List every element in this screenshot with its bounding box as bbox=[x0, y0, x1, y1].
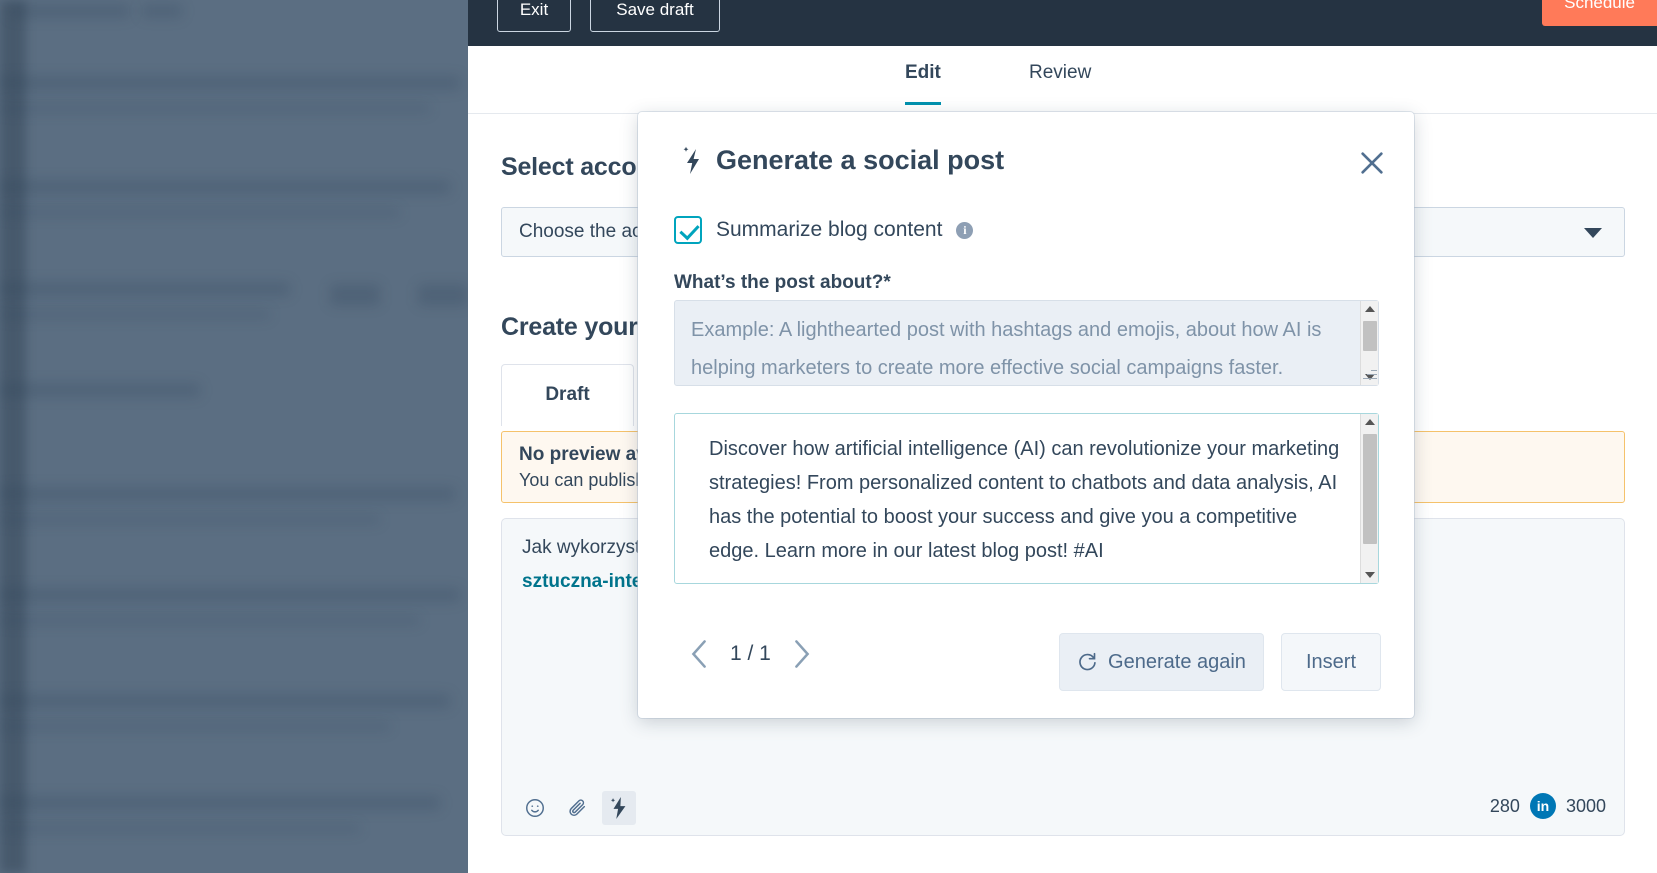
post-about-textarea[interactable]: Example: A lighthearted post with hashta… bbox=[674, 300, 1379, 386]
exit-button[interactable]: Exit bbox=[497, 0, 571, 32]
overlay-blur-bar bbox=[0, 310, 270, 319]
emoji-icon[interactable] bbox=[518, 791, 552, 825]
app-root: Exit Save draft Schedule Edit Review Sel… bbox=[0, 0, 1657, 873]
overlay-blur-bar bbox=[0, 487, 455, 501]
overlay-blur-bar bbox=[0, 208, 400, 217]
resize-handle[interactable] bbox=[1361, 367, 1377, 383]
overlay-blur-bar bbox=[10, 4, 130, 18]
overlay-blur-bar bbox=[0, 383, 200, 397]
info-icon[interactable]: i bbox=[956, 221, 974, 239]
overlay-blur-bar bbox=[0, 824, 360, 833]
overlay-blur-bar bbox=[0, 76, 460, 90]
scrollbar-thumb[interactable] bbox=[1363, 321, 1377, 351]
overlay-blur-bar bbox=[0, 796, 440, 810]
insert-button[interactable]: Insert bbox=[1281, 633, 1381, 691]
overlay-left-edge bbox=[0, 0, 26, 873]
tab-edit[interactable]: Edit bbox=[905, 62, 941, 105]
overlay-blur-pill bbox=[330, 284, 380, 306]
overlay-blur-bar bbox=[0, 180, 450, 194]
close-icon[interactable] bbox=[1356, 146, 1390, 180]
page-overlay-dimmed bbox=[0, 0, 468, 873]
counter-right-value: 3000 bbox=[1565, 795, 1606, 816]
chevron-right-icon[interactable] bbox=[793, 640, 811, 668]
summarize-blog-row: Summarize blog content i bbox=[674, 216, 974, 244]
lightning-bolt-icon bbox=[683, 146, 699, 174]
overlay-blur-bar bbox=[0, 588, 460, 602]
modal-title: Generate a social post bbox=[680, 145, 1004, 176]
tab-draft[interactable]: Draft bbox=[501, 364, 634, 426]
overlay-blur-bar bbox=[0, 694, 450, 708]
overlay-blur-bar bbox=[0, 616, 420, 625]
result-scrollbar[interactable] bbox=[1360, 414, 1378, 583]
scrollbar-thumb[interactable] bbox=[1363, 434, 1377, 544]
result-pager: 1 / 1 bbox=[690, 640, 811, 668]
chevron-up-icon[interactable] bbox=[1365, 419, 1375, 425]
tab-review[interactable]: Review bbox=[1029, 62, 1091, 102]
modal-action-buttons: Generate again Insert bbox=[1059, 633, 1381, 691]
lightning-ai-icon[interactable] bbox=[602, 791, 636, 825]
post-about-placeholder: Example: A lighthearted post with hashta… bbox=[691, 319, 1322, 379]
counter-left-value: 280 bbox=[1489, 795, 1520, 816]
summarize-blog-label: Summarize blog content bbox=[716, 218, 943, 241]
insert-label: Insert bbox=[1305, 650, 1357, 673]
composer-toolbar bbox=[518, 791, 636, 825]
refresh-icon bbox=[1079, 652, 1096, 671]
save-draft-button[interactable]: Save draft bbox=[590, 0, 720, 32]
overlay-blur-bar bbox=[0, 722, 390, 731]
character-counters: 280 in 3000 bbox=[1490, 793, 1606, 819]
overlay-blur-bar bbox=[142, 4, 182, 18]
summarize-blog-checkbox[interactable] bbox=[674, 216, 702, 244]
generate-social-post-modal: Generate a social post Summarize blog co… bbox=[638, 112, 1414, 718]
post-about-label: What’s the post about?* bbox=[674, 272, 891, 293]
tab-bar: Edit Review bbox=[468, 46, 1657, 114]
modal-title-text: Generate a social post bbox=[716, 145, 1005, 175]
app-top-bar: Exit Save draft Schedule bbox=[468, 0, 1657, 46]
linkedin-icon: in bbox=[1529, 793, 1556, 819]
overlay-blur-bar bbox=[0, 515, 380, 524]
generate-again-label: Generate again bbox=[1108, 650, 1246, 673]
overlay-blur-pill bbox=[418, 284, 468, 306]
overlay-blur-bar bbox=[0, 104, 430, 113]
generated-post-text: Discover how artificial intelligence (AI… bbox=[709, 438, 1340, 562]
generated-post-textarea[interactable]: Discover how artificial intelligence (AI… bbox=[674, 413, 1379, 584]
overlay-blur-bar bbox=[0, 282, 290, 296]
chevron-up-icon[interactable] bbox=[1365, 306, 1375, 312]
chevron-left-icon[interactable] bbox=[690, 640, 708, 668]
pager-label: 1 / 1 bbox=[730, 642, 771, 665]
paperclip-icon[interactable] bbox=[560, 791, 594, 825]
chevron-down-icon[interactable] bbox=[1365, 572, 1375, 578]
chevron-down-icon bbox=[1584, 228, 1602, 238]
add-media-heading: Add media i bbox=[501, 869, 638, 873]
generate-again-button[interactable]: Generate again bbox=[1059, 633, 1264, 691]
add-media-label: Add media bbox=[501, 869, 613, 873]
schedule-button[interactable]: Schedule bbox=[1542, 0, 1657, 26]
